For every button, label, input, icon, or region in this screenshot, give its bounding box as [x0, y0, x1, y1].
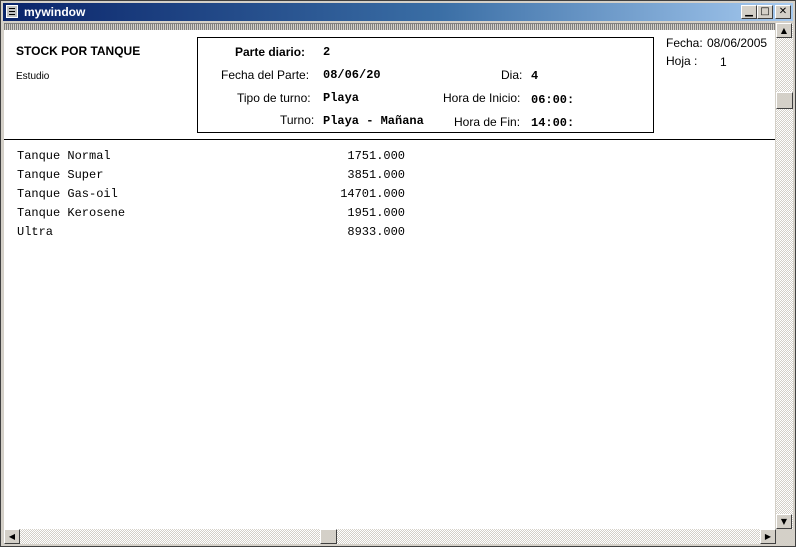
vertical-scrollbar[interactable]: ▲ ▼: [776, 23, 793, 529]
header-divider: [4, 139, 775, 140]
scroll-down-button[interactable]: ▼: [776, 514, 792, 529]
parte-diario-value: 2: [323, 45, 331, 59]
maximize-icon: □: [760, 6, 770, 17]
fecha-parte-value: 08/06/20: [323, 68, 381, 82]
horizontal-scroll-thumb[interactable]: [320, 529, 337, 544]
tank-name: Ultra: [17, 225, 54, 239]
fecha-value: 08/06/2005: [707, 36, 768, 50]
shift-info-box: Parte diario: 2 Fecha del Parte: 08/06/2…: [197, 37, 654, 133]
maximize-button[interactable]: □: [757, 5, 773, 19]
tipo-turno-value: Playa: [323, 91, 360, 105]
horizontal-scrollbar[interactable]: ◀ ▶: [4, 529, 776, 544]
tank-stock-value: 3851.000: [347, 168, 405, 182]
fecha-parte-label: Fecha del Parte:: [221, 68, 310, 82]
tank-stock-value: 1951.000: [347, 206, 405, 220]
hoja-value: 1: [720, 55, 727, 69]
scroll-right-button[interactable]: ▶: [760, 529, 776, 544]
minimize-icon: ▁: [745, 6, 753, 17]
tank-stock-value: 1751.000: [347, 149, 405, 163]
dia-label: Dia:: [501, 68, 523, 82]
hoja-label: Hoja :: [666, 54, 698, 68]
report-viewport: STOCK POR TANQUE Estudio Parte diario: 2…: [4, 23, 775, 530]
title-bar[interactable]: mywindow ▁ □ ✕: [3, 3, 793, 21]
tank-stock-value: 14701.000: [340, 187, 405, 201]
scrollbar-corner: [776, 529, 793, 544]
report-title: STOCK POR TANQUE: [16, 44, 141, 58]
arrow-left-icon: ◀: [8, 532, 16, 541]
parte-diario-label: Parte diario:: [235, 45, 306, 59]
report-subtitle: Estudio: [16, 71, 50, 82]
scroll-up-button[interactable]: ▲: [776, 23, 792, 38]
window-icon[interactable]: [6, 5, 18, 18]
tank-name: Tanque Gas-oil: [17, 187, 118, 201]
turno-label: Turno:: [280, 113, 315, 127]
hora-inicio-label: Hora de Inicio:: [443, 91, 521, 105]
arrow-right-icon: ▶: [764, 532, 772, 541]
close-icon: ✕: [778, 6, 788, 17]
hora-fin-value: 14:00:: [531, 116, 575, 130]
vertical-scroll-thumb[interactable]: [776, 92, 793, 109]
scroll-left-button[interactable]: ◀: [4, 529, 20, 544]
tipo-turno-label: Tipo de turno:: [237, 91, 311, 105]
fecha-label: Fecha:: [666, 36, 703, 50]
tank-name: Tanque Normal: [17, 149, 111, 163]
report-page: STOCK POR TANQUE Estudio Parte diario: 2…: [4, 24, 775, 530]
window-title: mywindow: [24, 5, 86, 19]
tank-name: Tanque Kerosene: [17, 206, 126, 220]
turno-value: Playa - Mañana: [323, 114, 424, 128]
arrow-down-icon: ▼: [780, 517, 788, 526]
minimize-button[interactable]: ▁: [741, 5, 757, 19]
tank-stock-value: 8933.000: [347, 225, 405, 239]
hora-fin-label: Hora de Fin:: [454, 115, 521, 129]
hora-inicio-value: 06:00:: [531, 93, 575, 107]
dia-value: 4: [531, 69, 539, 83]
tank-name: Tanque Super: [17, 168, 104, 182]
close-button[interactable]: ✕: [775, 5, 791, 19]
app-window: mywindow ▁ □ ✕ STOCK POR TANQUE Estudio …: [0, 0, 796, 547]
arrow-up-icon: ▲: [780, 26, 788, 35]
